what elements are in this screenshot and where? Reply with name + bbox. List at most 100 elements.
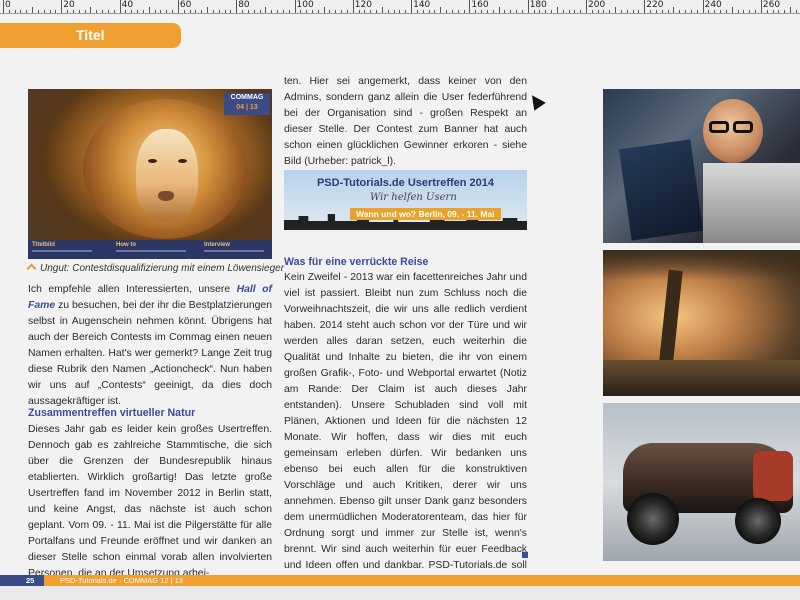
ruler-tick (131, 10, 133, 13)
ruler-tick (154, 10, 156, 13)
lion-eye (178, 159, 187, 163)
ruler-tick (212, 10, 214, 13)
ruler-tick (720, 10, 722, 13)
ruler-tick (504, 10, 506, 13)
ruler-tick (533, 10, 535, 13)
ruler-label: 20 (63, 0, 75, 10)
ruler-tick (177, 0, 179, 13)
ruler-tick (743, 10, 745, 13)
caret-up-icon (26, 263, 37, 274)
ruler-tick (160, 10, 162, 13)
page-title: Titel (76, 27, 105, 43)
ruler-label: 100 (296, 0, 314, 10)
ruler-tick (107, 10, 109, 13)
photo-fantasy-tree (603, 250, 800, 396)
ruler-tick (428, 10, 430, 13)
lion-nose (158, 191, 174, 201)
ruler-tick (469, 0, 471, 13)
ruler-tick (49, 10, 51, 13)
ruler-tick (84, 10, 86, 13)
footer-text: PSD-Tutorials.de · COMMAG 12 | 13 (60, 576, 183, 585)
ruler-label: 200 (588, 0, 606, 10)
ruler-tick (615, 7, 617, 13)
paragraph: Dieses Jahr gab es leider kein großes Us… (28, 424, 272, 579)
ruler-tick (580, 10, 582, 13)
ruler-label: 40 (121, 0, 134, 10)
ruler-tick (790, 7, 792, 13)
ruler-tick (335, 10, 337, 13)
paragraph: ten. Hier sei angemerkt, dass keiner von… (284, 76, 527, 167)
ruler-tick (766, 10, 768, 13)
ruler-tick (300, 10, 302, 13)
ruler-tick (370, 10, 372, 13)
strip-subtext (204, 250, 264, 252)
ruler-label: 0 (5, 0, 11, 10)
ruler-tick (586, 0, 587, 13)
ruler-tick (230, 10, 232, 13)
ruler-tick (679, 10, 681, 13)
ruler-tick (562, 10, 564, 13)
ruler-tick (376, 10, 378, 13)
ruler-tick (556, 7, 558, 13)
car-wheel (735, 498, 781, 544)
ruler-tick (61, 0, 63, 13)
ruler-tick (67, 10, 69, 13)
paragraph: Kein Zweifel - 2013 war ein facettenreic… (284, 272, 527, 600)
ruler-tick (381, 7, 383, 13)
ruler-tick (597, 10, 599, 13)
ruler-tick (218, 10, 220, 13)
ruler-tick (527, 0, 529, 13)
ruler-tick (492, 10, 494, 13)
ground-shape (603, 360, 800, 396)
horizontal-ruler[interactable]: 020406080100120140160180200220240260280 (0, 0, 800, 14)
strip-subtext (32, 250, 92, 252)
ruler-tick (457, 10, 459, 13)
text-column-2: ten. Hier sei angemerkt, dass keiner von… (284, 74, 527, 170)
strip-item: Titelbild (32, 242, 55, 248)
ruler-tick (609, 10, 611, 13)
book-shape (618, 139, 704, 241)
ruler-tick (323, 7, 325, 13)
ruler-tick (755, 10, 757, 13)
badge-title: COMMAG (230, 94, 264, 101)
ruler-tick (265, 7, 267, 13)
strip-item: Interview (204, 242, 231, 248)
ruler-label: 60 (179, 0, 192, 10)
ruler-label: 260 (762, 0, 781, 10)
ruler-tick (306, 10, 308, 13)
image-info-strip: Titelbild How to Interview (28, 240, 272, 259)
ruler-tick (14, 10, 16, 13)
issue-badge: COMMAG 04 | 13 (224, 93, 270, 115)
ruler-tick (411, 0, 413, 13)
ruler-tick (434, 10, 436, 13)
ruler-tick (620, 10, 622, 13)
ruler-tick (422, 10, 424, 13)
ruler-tick (463, 10, 465, 13)
ruler-tick (399, 10, 401, 13)
ruler-tick (142, 10, 144, 13)
strip-item: How to (116, 242, 136, 248)
shirt-shape (703, 163, 800, 243)
ruler-tick (43, 10, 45, 13)
car-wheel (627, 493, 679, 545)
banner-date: Wann und wo? Berlin, 09. - 11. Mai (350, 208, 501, 220)
ruler-tick (568, 10, 570, 13)
ruler-tick (760, 0, 762, 13)
page-footer: 25 PSD-Tutorials.de · COMMAG 12 | 13 (0, 575, 800, 586)
ruler-tick (638, 10, 640, 13)
section-heading: Was für eine verrückte Reise (284, 256, 429, 268)
ruler-tick (673, 7, 675, 13)
ruler-tick (539, 10, 541, 13)
ruler-tick (96, 10, 98, 13)
ruler-tick (37, 10, 39, 13)
text-column-2-part-2: Kein Zweifel - 2013 war ein facettenreic… (284, 270, 527, 600)
ruler-tick (446, 10, 448, 13)
ruler-tick (346, 10, 348, 13)
ruler-tick (317, 10, 319, 13)
text-column-1: Ich empfehle allen Interessierten, unser… (28, 282, 272, 410)
ruler-tick (655, 10, 657, 13)
ruler-tick (277, 10, 278, 13)
end-mark (522, 552, 528, 558)
photo-reader-with-glasses (603, 89, 800, 243)
ruler-tick (481, 10, 483, 13)
